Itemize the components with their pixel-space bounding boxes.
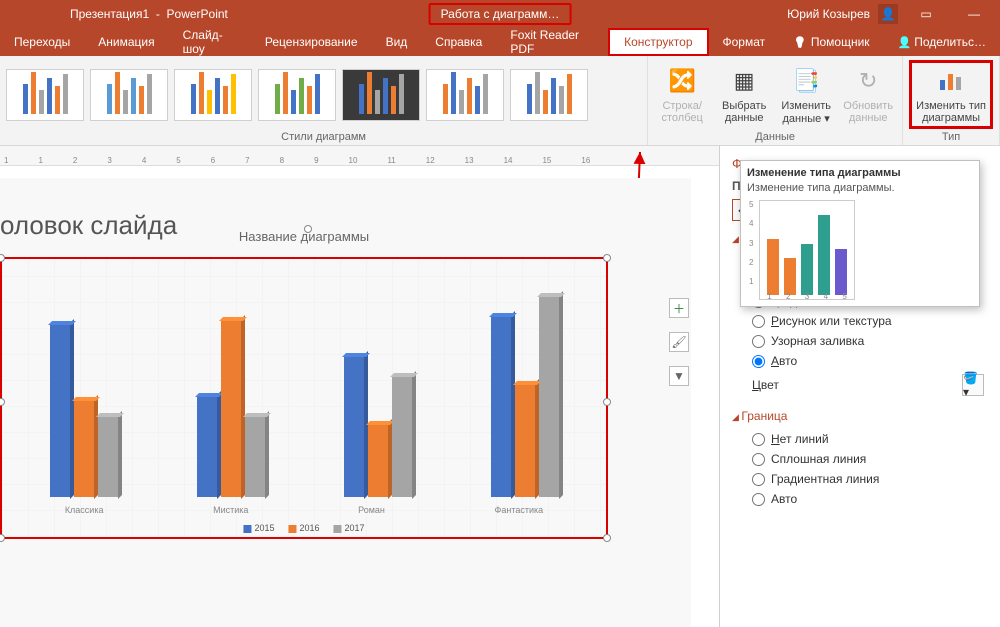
document-title: Презентация1 - PowerPoint [70, 7, 228, 21]
tab-design[interactable]: Конструктор [608, 28, 708, 56]
chart-style-thumb[interactable] [174, 69, 252, 121]
chart-bar[interactable] [392, 377, 412, 497]
border-auto-radio[interactable]: Авто [732, 489, 988, 509]
select-data-button[interactable]: ▦ Выбрать данные [716, 65, 772, 124]
chart-style-thumb[interactable] [258, 69, 336, 121]
tooltip-description: Изменение типа диаграммы. [747, 182, 973, 194]
chart-styles-label: Стили диаграмм [6, 129, 641, 143]
minimize-button[interactable]: — [954, 0, 994, 28]
ribbon-tabs: Переходы Анимация Слайд-шоу Рецензирован… [0, 28, 1000, 56]
change-chart-type-tooltip: Изменение типа диаграммы Изменение типа … [740, 160, 980, 307]
horizontal-ruler: 112345678910111213141516 [0, 146, 719, 166]
table-edit-icon: 📑 [790, 65, 822, 97]
fill-pattern-radio[interactable]: Узорная заливка [732, 331, 988, 351]
ribbon-options-button[interactable]: ▭ [906, 0, 946, 28]
chart-styles-gallery[interactable] [6, 60, 641, 129]
chart-bar[interactable] [368, 425, 388, 497]
slide-editor[interactable]: 112345678910111213141516 оловок слайда Н… [0, 146, 720, 627]
chart-bar[interactable] [515, 385, 535, 497]
border-section-toggle[interactable]: Граница [732, 409, 988, 423]
chart-bar[interactable] [197, 397, 217, 497]
color-picker-button[interactable]: 🪣▾ [962, 374, 984, 396]
chart-bar[interactable] [221, 321, 241, 497]
tooltip-mini-chart: 12345 [759, 200, 855, 300]
chart-styles-button[interactable]: 🖌 [669, 332, 689, 352]
border-solid-radio[interactable]: Сплошная линия [732, 449, 988, 469]
tab-review[interactable]: Рецензирование [251, 28, 372, 56]
chart-style-thumb[interactable] [510, 69, 588, 121]
format-pane: Фо Пара ◆ З Нет заливки Сплошная заливка… [720, 146, 1000, 627]
refresh-data-button: ↻ Обновить данные [840, 65, 896, 124]
tab-transitions[interactable]: Переходы [0, 28, 84, 56]
tab-view[interactable]: Вид [372, 28, 422, 56]
color-label: Цвет [752, 378, 779, 392]
border-gradient-radio[interactable]: Градиентная линия [732, 469, 988, 489]
chart-style-thumb[interactable] [342, 69, 420, 121]
fill-picture-radio[interactable]: Рисунок или текстура [732, 311, 988, 331]
tab-foxit[interactable]: Foxit Reader PDF [496, 28, 608, 56]
fill-auto-radio[interactable]: Авто [732, 351, 988, 371]
chart-filters-button[interactable]: ▼ [669, 366, 689, 386]
chart-elements-button[interactable]: ＋ [669, 298, 689, 318]
type-group-label: Тип [909, 129, 993, 143]
chart-bar[interactable] [98, 417, 118, 497]
tab-help[interactable]: Справка [421, 28, 496, 56]
chart-element-buttons: ＋ 🖌 ▼ [669, 298, 689, 386]
chart-bar[interactable] [539, 297, 559, 497]
tab-format[interactable]: Формат [709, 28, 780, 56]
chart-bar[interactable] [74, 401, 94, 497]
tell-me-button[interactable]: Помощник [779, 28, 883, 56]
chart-bar[interactable] [491, 317, 511, 497]
chart-object[interactable]: КлассикаМистикаРоманФантастика 201520162… [0, 257, 608, 539]
chart-bar[interactable] [344, 357, 364, 497]
chart-style-thumb[interactable] [90, 69, 168, 121]
user-name: Юрий Козырев [787, 7, 870, 21]
share-button[interactable]: Поделитьс… [884, 28, 1000, 56]
grid-icon: ▦ [728, 65, 760, 97]
context-tab-label: Работа с диаграмм… [429, 3, 572, 25]
title-bar: Презентация1 - PowerPoint Работа с диагр… [0, 0, 1000, 28]
tab-slideshow[interactable]: Слайд-шоу [169, 28, 251, 56]
ribbon: Стили диаграмм 🔀 Строка/ столбец ▦ Выбра… [0, 56, 1000, 146]
border-none-radio[interactable]: Нет линий [732, 429, 988, 449]
user-avatar-icon[interactable]: 👤 [878, 4, 898, 24]
switch-icon: 🔀 [666, 65, 698, 97]
refresh-icon: ↻ [852, 65, 884, 97]
chart-bar[interactable] [50, 325, 70, 497]
tooltip-title: Изменение типа диаграммы [747, 167, 973, 179]
chart-style-thumb[interactable] [426, 69, 504, 121]
change-chart-type-button[interactable]: Изменить тип диаграммы [909, 60, 993, 129]
chart-bar[interactable] [245, 417, 265, 497]
tab-animation[interactable]: Анимация [84, 28, 168, 56]
switch-row-column-button: 🔀 Строка/ столбец [654, 65, 710, 124]
edit-data-button[interactable]: 📑 Изменить данные ▾ [778, 65, 834, 125]
chart-style-thumb[interactable] [6, 69, 84, 121]
chart-type-icon [935, 65, 967, 97]
data-group-label: Данные [654, 129, 896, 143]
